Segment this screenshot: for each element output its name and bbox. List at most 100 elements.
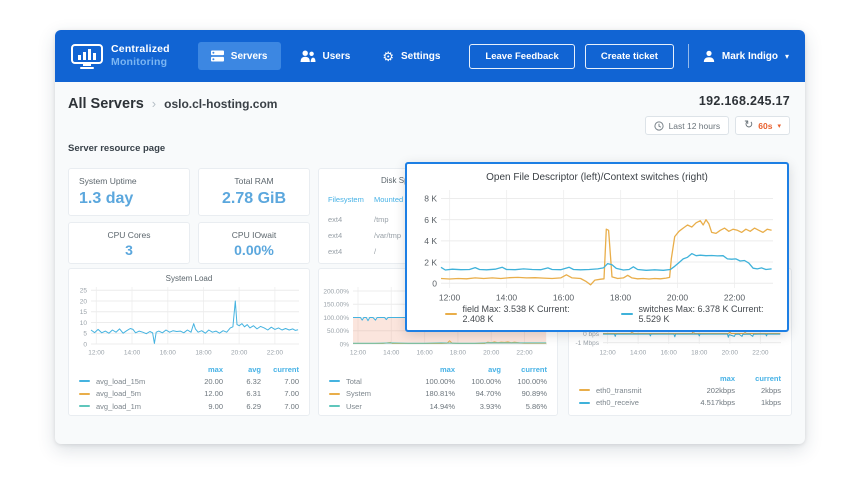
svg-text:-1 Mbps: -1 Mbps xyxy=(576,340,600,347)
cell-current: 7.00 xyxy=(284,389,299,399)
legend-header-row: max avg current xyxy=(79,364,299,375)
cell-avg: 3.93% xyxy=(479,401,501,411)
main-nav: Servers Users ⚙ Settings xyxy=(197,42,454,71)
svg-text:18:00: 18:00 xyxy=(195,350,212,357)
cell-mount: / xyxy=(374,246,377,256)
series-color-swatch xyxy=(79,380,90,383)
gear-icon: ⚙ xyxy=(382,48,394,64)
cell-fs: ext4 xyxy=(328,214,343,224)
legend-item-switches[interactable]: switches Max: 6.378 K Current: 5.529 K xyxy=(620,304,779,324)
system-load-panel: System Load 0 5 10 15 20 25 12:00 14:00 16:00 18:… xyxy=(68,268,310,416)
nav-label-settings: Settings xyxy=(400,50,441,62)
cell-max: 9.00 xyxy=(208,401,223,411)
popup-chart-legend: field Max: 3.538 K Current: 2.408 K swit… xyxy=(445,304,779,324)
svg-text:100.00%: 100.00% xyxy=(323,315,349,322)
users-icon xyxy=(300,50,315,62)
refresh-icon: ↻ xyxy=(744,119,754,131)
svg-text:8 K: 8 K xyxy=(424,194,437,204)
cell-current: 7.00 xyxy=(284,376,299,386)
time-range-label: Last 12 hours xyxy=(668,120,721,131)
legend-col-max: max xyxy=(207,365,223,374)
cell-current: 90.89% xyxy=(521,389,547,399)
breadcrumb-all-servers[interactable]: All Servers xyxy=(68,96,144,112)
svg-text:14:00: 14:00 xyxy=(383,350,400,357)
time-range-button[interactable]: Last 12 hours xyxy=(644,116,730,135)
app-header: Centralized Monitoring Servers Users ⚙ S… xyxy=(55,30,805,82)
brand-line2: Monitoring xyxy=(111,56,168,68)
legend-series-row[interactable]: avg_load_5m 12.00 6.31 7.00 xyxy=(79,388,299,401)
nav-tab-settings[interactable]: ⚙ Settings xyxy=(369,42,453,71)
cell-avg: 6.32 xyxy=(246,376,261,386)
stat-card-uptime: System Uptime 1.3 day xyxy=(68,168,190,216)
legend-series-row[interactable]: User 14.94% 3.93% 5.86% xyxy=(329,400,547,413)
system-load-chart-plot[interactable]: 0 5 10 15 20 25 12:00 14:00 16:00 18:00 20:00 22:00 xyxy=(73,285,305,359)
svg-text:20:00: 20:00 xyxy=(483,350,500,357)
cell-current: 100.00% xyxy=(517,376,547,386)
legend-rows: eth0_transmit 202kbps 2kbps eth0_receive 4.5… xyxy=(579,384,781,409)
time-controls: Last 12 hours ↻ 60s ▾ xyxy=(644,116,790,135)
user-menu[interactable]: Mark Indigo ▾ xyxy=(703,50,789,62)
svg-text:50.00%: 50.00% xyxy=(327,328,349,335)
cell-current: 2kbps xyxy=(760,385,781,395)
breadcrumb-current-server: oslo.cl-hosting.com xyxy=(164,97,278,111)
legend-col-avg: avg xyxy=(488,365,501,374)
svg-text:16:00: 16:00 xyxy=(553,293,575,303)
svg-text:22:00: 22:00 xyxy=(752,350,769,357)
stat-card-total-ram: Total RAM 2.78 GiB xyxy=(198,168,310,216)
cell-name: avg_load_15m xyxy=(96,376,146,386)
svg-text:5: 5 xyxy=(83,331,87,338)
cell-name: eth0_receive xyxy=(596,398,639,408)
series-color-swatch xyxy=(79,392,90,395)
header-divider xyxy=(687,44,689,68)
legend-series-row[interactable]: avg_load_15m 20.00 6.32 7.00 xyxy=(79,375,299,388)
legend-series-row[interactable]: System 180.81% 94.70% 90.89% xyxy=(329,388,547,401)
cell-avg: 6.29 xyxy=(246,401,261,411)
popup-chart-plot[interactable]: 0 2 K 4 K 6 K 8 K 12:00 14:00 16:00 18:00 20:00 22… xyxy=(411,188,779,306)
legend-label: field Max: 3.538 K Current: 2.408 K xyxy=(462,304,570,324)
svg-text:10: 10 xyxy=(80,320,88,327)
series-color-swatch xyxy=(79,405,90,408)
svg-text:25: 25 xyxy=(80,288,88,295)
breadcrumb: All Servers › oslo.cl-hosting.com xyxy=(68,96,277,112)
app-logo[interactable]: Centralized Monitoring xyxy=(71,43,170,69)
leave-feedback-button[interactable]: Leave Feedback xyxy=(469,43,575,69)
stat-value: 0.00% xyxy=(234,242,274,258)
svg-text:12:00: 12:00 xyxy=(350,350,367,357)
svg-text:15: 15 xyxy=(80,309,88,316)
nav-tab-users[interactable]: Users xyxy=(287,42,364,70)
cell-max: 12.00 xyxy=(204,389,223,399)
page-title: Server resource page xyxy=(68,143,166,154)
legend-series-row[interactable]: Total 100.00% 100.00% 100.00% xyxy=(329,375,547,388)
legend-series-row[interactable]: avg_load_1m 9.00 6.29 7.00 xyxy=(79,400,299,413)
stat-card-cpu-cores: CPU Cores 3 xyxy=(68,222,190,264)
legend-series-row[interactable]: eth0_transmit 202kbps 2kbps xyxy=(579,384,781,397)
server-ip: 192.168.245.17 xyxy=(698,94,790,108)
svg-text:200.00%: 200.00% xyxy=(323,288,349,295)
cell-current: 7.00 xyxy=(284,401,299,411)
cell-name: avg_load_1m xyxy=(96,401,142,411)
cell-max: 14.94% xyxy=(429,401,455,411)
open-file-descriptor-popup-panel: Open File Descriptor (left)/Context swit… xyxy=(405,162,789,332)
legend-item-field[interactable]: field Max: 3.538 K Current: 2.408 K xyxy=(445,304,587,324)
nav-label-servers: Servers xyxy=(230,50,268,62)
stat-value: 3 xyxy=(125,242,133,258)
cell-max: 100.00% xyxy=(425,376,455,386)
cell-avg: 6.31 xyxy=(246,389,261,399)
cell-name: System xyxy=(346,389,372,399)
breadcrumb-separator: › xyxy=(151,96,157,111)
svg-text:22:00: 22:00 xyxy=(724,293,746,303)
series-color-swatch xyxy=(329,392,340,395)
cpu-usage-legend: max avg current Total 100.00% 100.00% 100.0… xyxy=(329,364,547,413)
nav-tab-servers[interactable]: Servers xyxy=(197,42,281,70)
refresh-interval-button[interactable]: ↻ 60s ▾ xyxy=(735,116,790,135)
svg-text:0: 0 xyxy=(83,341,87,348)
panel-title: System Load xyxy=(165,274,213,283)
svg-text:0: 0 xyxy=(432,278,437,288)
legend-label: switches Max: 6.378 K Current: 5.529 K xyxy=(638,304,764,324)
cell-avg: 100.00% xyxy=(471,376,501,386)
create-ticket-button[interactable]: Create ticket xyxy=(584,43,674,69)
cell-name: eth0_transmit xyxy=(596,385,642,395)
legend-series-row[interactable]: eth0_receive 4.517kbps 1kbps xyxy=(579,397,781,410)
series-color-swatch xyxy=(579,401,590,404)
cell-avg: 94.70% xyxy=(475,389,501,399)
